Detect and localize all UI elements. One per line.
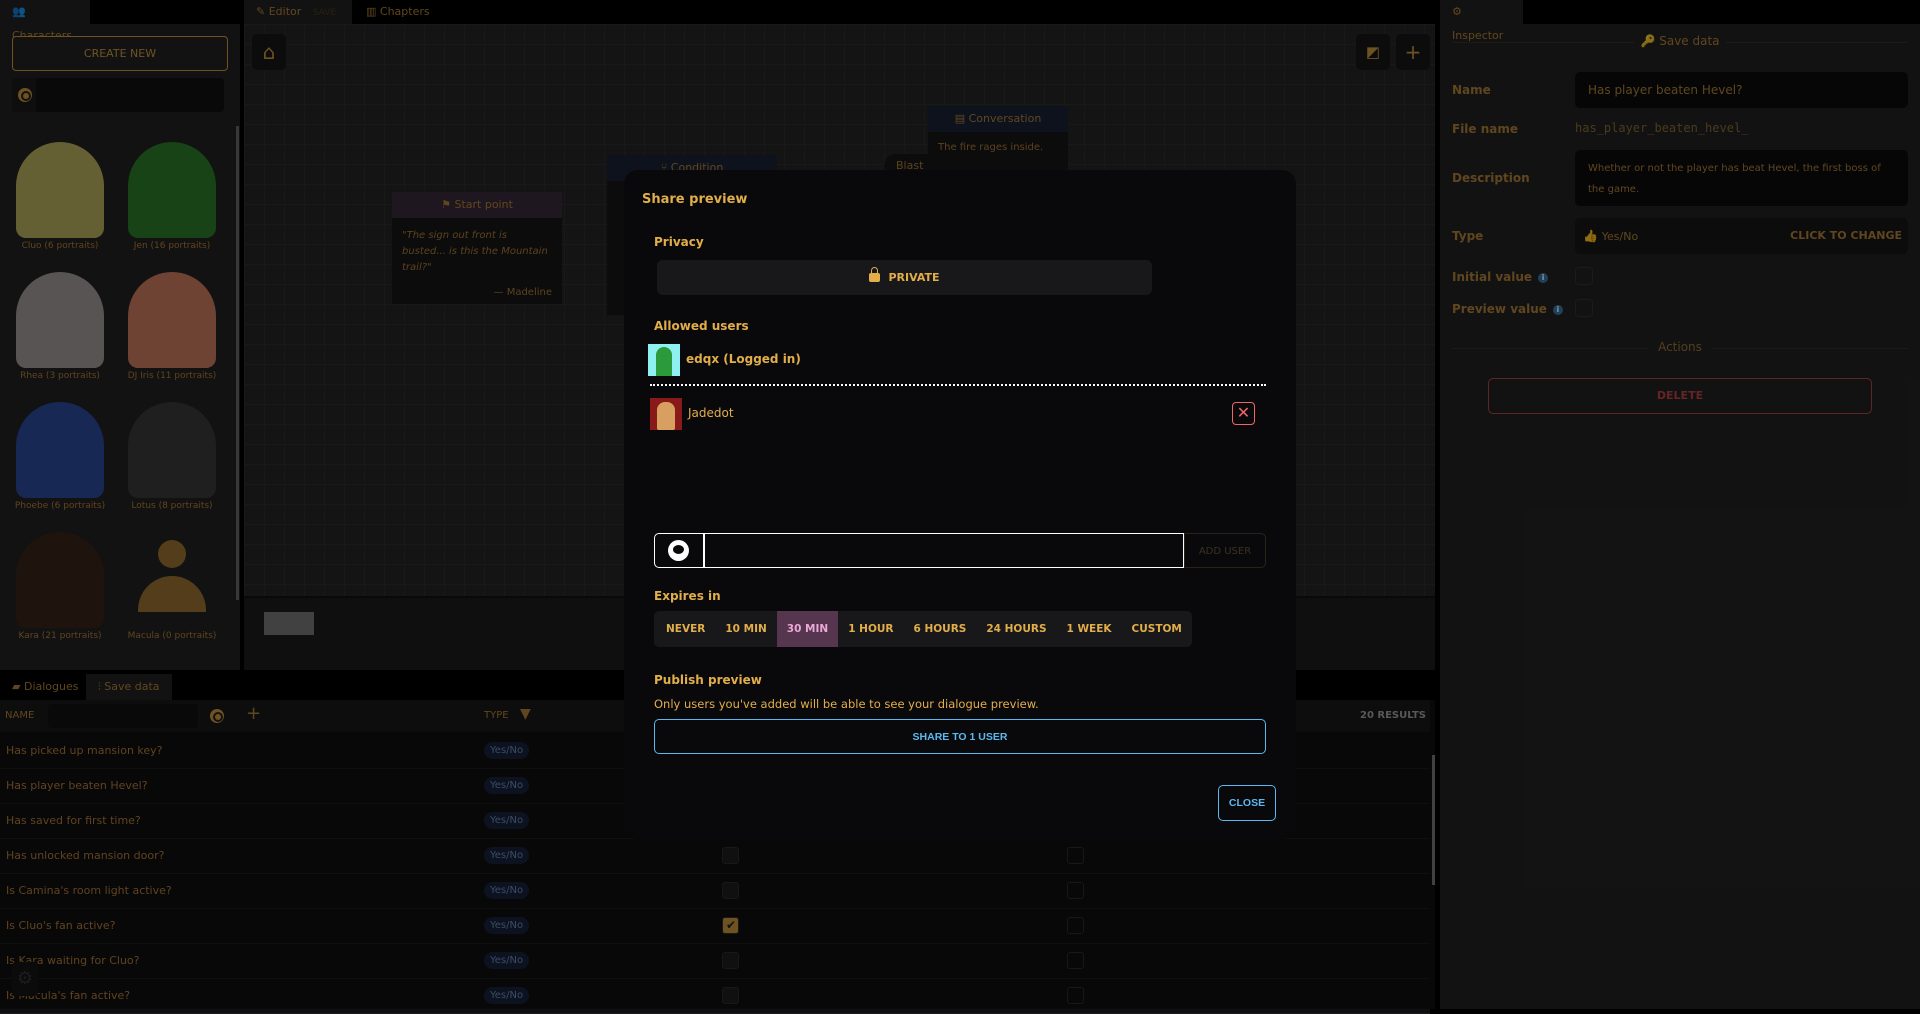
expires-option[interactable]: 24 HOURS [976, 611, 1056, 647]
expires-selector: NEVER 10 MIN 30 MIN 1 HOUR 6 HOURS 24 HOURS 1 … [654, 611, 1192, 647]
dialog-title: Share preview [642, 192, 748, 207]
expires-option[interactable]: 10 MIN [715, 611, 776, 647]
close-icon: ✕ [1236, 403, 1251, 422]
avatar [650, 398, 682, 430]
privacy-toggle[interactable]: PRIVATE [657, 260, 1152, 295]
share-preview-dialog: Share preview Privacy PRIVATE Allowed us… [624, 170, 1296, 839]
share-button[interactable]: SHARE TO 1 USER [654, 719, 1266, 754]
github-icon [654, 533, 704, 568]
expires-option[interactable]: 1 WEEK [1057, 611, 1122, 647]
divider [650, 384, 1266, 386]
remove-user-button[interactable]: ✕ [1232, 402, 1255, 425]
username-input[interactable] [704, 533, 1184, 568]
lock-icon [869, 267, 881, 282]
expires-option[interactable]: 30 MIN [776, 611, 839, 647]
expires-option[interactable]: CUSTOM [1122, 611, 1192, 647]
publish-description: Only users you've added will be able to … [654, 697, 1039, 711]
expires-option[interactable]: 6 HOURS [904, 611, 977, 647]
expires-option[interactable]: 1 HOUR [838, 611, 903, 647]
close-button[interactable]: CLOSE [1218, 785, 1276, 821]
add-user-button[interactable]: ADD USER [1184, 533, 1266, 568]
avatar [648, 344, 680, 376]
expires-option[interactable]: NEVER [654, 611, 715, 647]
